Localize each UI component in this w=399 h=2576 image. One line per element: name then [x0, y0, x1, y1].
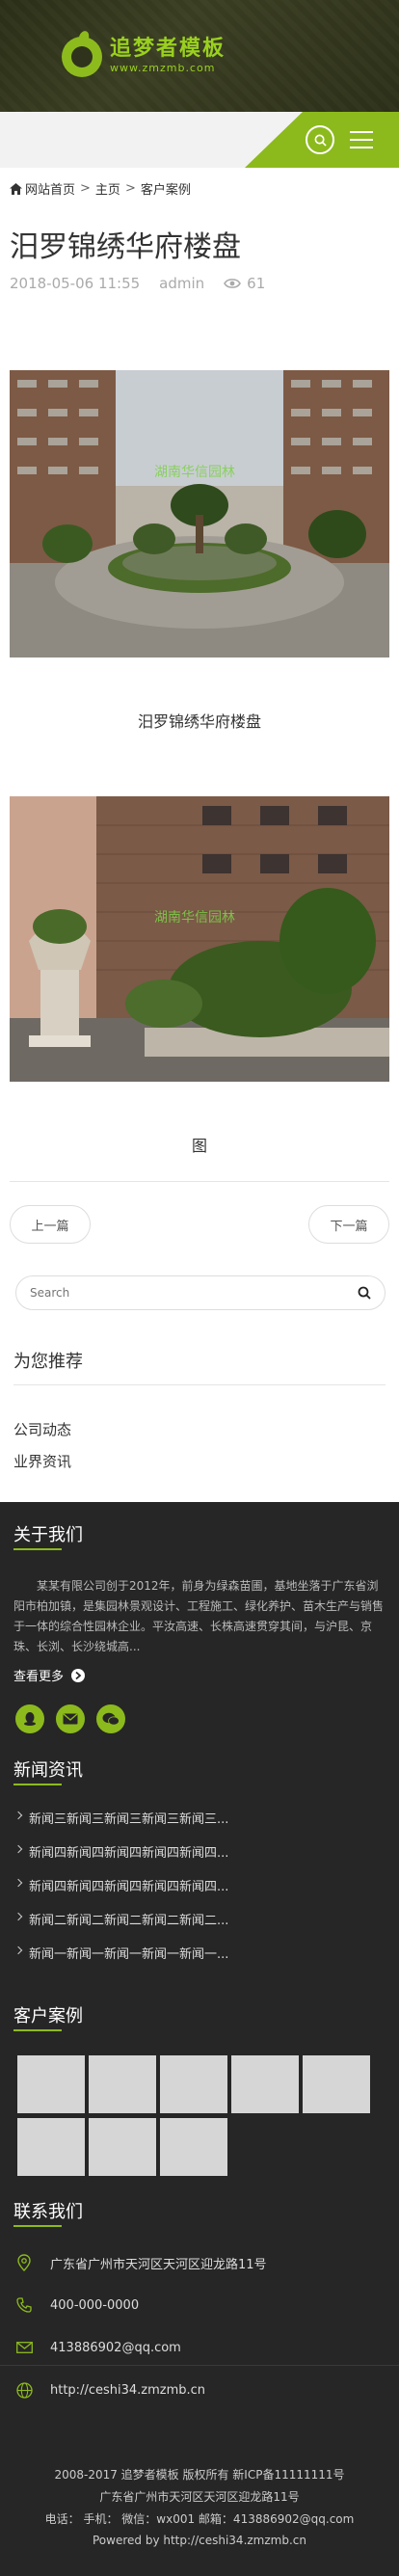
- footer-contact: 电话： 手机： 微信：wx001 邮箱：413886902@qq.com: [44, 2512, 355, 2526]
- news-item[interactable]: 新闻三新闻三新闻三新闻三新闻三...: [29, 1809, 228, 1827]
- divider: [10, 1181, 389, 1182]
- page-title: 汨罗锦绣华府楼盘: [10, 230, 241, 264]
- menu-icon[interactable]: [350, 131, 373, 148]
- contact-address: 广东省广州市天河区天河区迎龙路11号: [13, 2252, 267, 2273]
- mail-icon: [63, 1713, 78, 1725]
- mail-icon: [13, 2337, 35, 2358]
- about-text: 某某有限公司创于2012年，前身为绿森苗圃，基地坐落于广东省浏阳市柏加镇，是集园…: [13, 1579, 385, 1653]
- next-article-button[interactable]: 下一篇: [308, 1205, 389, 1244]
- search-icon[interactable]: [358, 1286, 371, 1300]
- contact-phone: 400-000-0000: [13, 2294, 139, 2316]
- case-thumbnail[interactable]: [17, 2118, 85, 2176]
- contact-email: 413886902@qq.com: [13, 2337, 181, 2358]
- eye-icon: [224, 279, 242, 288]
- globe-icon: [13, 2379, 35, 2401]
- prev-article-button[interactable]: 上一篇: [10, 1205, 91, 1244]
- location-icon: [13, 2252, 35, 2273]
- breadcrumb: 网站首页 > 主页 > 客户案例: [10, 179, 191, 198]
- case-thumbnail[interactable]: [89, 2118, 156, 2176]
- cases-title: 客户案例: [13, 2006, 83, 2026]
- search-input[interactable]: [30, 1286, 358, 1300]
- photo-caption-2: 图: [191, 1137, 207, 1155]
- email-button[interactable]: [56, 1704, 85, 1733]
- wechat-button[interactable]: [96, 1704, 125, 1733]
- news-item[interactable]: 新闻一新闻一新闻一新闻一新闻一...: [29, 1944, 228, 1962]
- article-photo-1: 湖南华信园林: [10, 370, 389, 657]
- case-thumbnail[interactable]: [89, 2055, 156, 2113]
- footer-address: 广东省广州市天河区天河区迎龙路11号: [99, 2490, 300, 2504]
- case-thumbnail[interactable]: [303, 2055, 370, 2113]
- article-views: 61: [224, 275, 284, 292]
- wechat-icon: [102, 1712, 120, 1726]
- news-title: 新闻资讯: [13, 1760, 83, 1781]
- recommend-item[interactable]: 公司动态: [13, 1419, 71, 1439]
- news-underline: [13, 1784, 62, 1785]
- search-toggle-button[interactable]: [306, 125, 334, 154]
- photo-watermark: 湖南华信园林: [154, 910, 235, 926]
- breadcrumb-home-link[interactable]: 网站首页: [25, 179, 75, 198]
- breadcrumb-separator: >: [80, 181, 91, 196]
- news-item[interactable]: 新闻四新闻四新闻四新闻四新闻四...: [29, 1876, 228, 1894]
- article-meta: 2018-05-06 11:55 admin 61: [10, 275, 304, 292]
- article-photo-2: 湖南华信园林: [10, 796, 389, 1082]
- contact-title: 联系我们: [13, 2202, 83, 2222]
- photo-caption-1: 汨罗锦绣华府楼盘: [137, 712, 261, 731]
- recommend-title: 为您推荐: [13, 1352, 83, 1372]
- footer-copyright: 2008-2017 追梦者模板 版权所有 新ICP备11111111号: [54, 2468, 345, 2482]
- case-thumbnail[interactable]: [17, 2055, 85, 2113]
- home-icon: [10, 182, 22, 195]
- arrow-right-circle-icon: [71, 1668, 86, 1682]
- contact-email-text[interactable]: 413886902@qq.com: [50, 2341, 181, 2355]
- footer-section: [0, 1502, 399, 2576]
- breadcrumb-main-link[interactable]: 主页: [95, 179, 120, 198]
- site-logo[interactable]: 追梦者模板 www.zmzmb.com: [62, 29, 226, 77]
- about-underline: [13, 1548, 62, 1550]
- search-icon: [314, 134, 327, 147]
- case-thumbnail[interactable]: [160, 2118, 227, 2176]
- breadcrumb-separator: >: [124, 181, 136, 196]
- case-thumbnail[interactable]: [160, 2055, 227, 2113]
- news-item[interactable]: 新闻二新闻二新闻二新闻二新闻二...: [29, 1910, 228, 1928]
- view-more-link[interactable]: 查看更多: [13, 1666, 86, 1684]
- contact-website: http://ceshi34.zmzmb.cn: [13, 2379, 205, 2401]
- contact-underline: [13, 2225, 62, 2227]
- divider: [0, 2365, 399, 2366]
- news-item[interactable]: 新闻四新闻四新闻四新闻四新闻四...: [29, 1842, 228, 1861]
- logo-icon: [62, 29, 102, 77]
- qq-button[interactable]: [15, 1704, 44, 1733]
- article-date: 2018-05-06 11:55: [10, 275, 141, 292]
- nav-bar: [0, 112, 399, 168]
- phone-icon: [13, 2294, 35, 2316]
- logo-title: 追梦者模板: [110, 37, 226, 61]
- photo-watermark: 湖南华信园林: [154, 465, 235, 480]
- view-count: 61: [247, 275, 266, 292]
- search-form: [15, 1275, 386, 1310]
- breadcrumb-category-link[interactable]: 客户案例: [141, 179, 191, 198]
- divider: [13, 1384, 386, 1385]
- header-banner: 追梦者模板 www.zmzmb.com: [0, 0, 399, 112]
- view-more-label: 查看更多: [13, 1670, 65, 1684]
- footer-powered-by[interactable]: Powered by http://ceshi34.zmzmb.cn: [0, 2534, 399, 2547]
- contact-website-text[interactable]: http://ceshi34.zmzmb.cn: [50, 2383, 205, 2398]
- cases-underline: [13, 2029, 62, 2031]
- article-author: admin: [159, 275, 205, 292]
- about-title: 关于我们: [13, 1525, 83, 1545]
- contact-address-text: 广东省广州市天河区天河区迎龙路11号: [50, 2257, 267, 2272]
- logo-url: www.zmzmb.com: [110, 62, 216, 74]
- recommend-item[interactable]: 业界资讯: [13, 1451, 71, 1471]
- case-thumbnail[interactable]: [231, 2055, 299, 2113]
- qq-icon: [24, 1712, 36, 1726]
- contact-phone-text: 400-000-0000: [50, 2297, 140, 2313]
